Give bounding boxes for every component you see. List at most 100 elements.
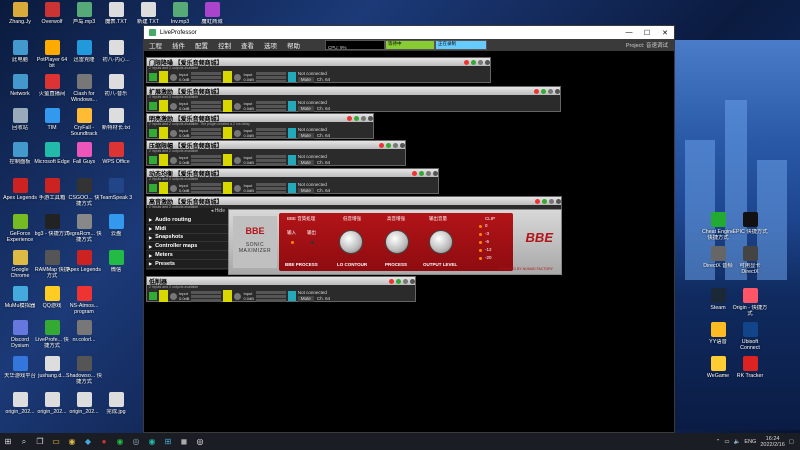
desktop-icon[interactable]: Google Chrome [4, 250, 36, 279]
desktop-icon[interactable]: 新建 TXT [132, 2, 164, 25]
desktop-icon[interactable]: NS-Atmos... program [68, 286, 100, 315]
menu-options[interactable]: 选项 [259, 40, 282, 50]
liveprofessor-taskbar-icon[interactable]: ◎ [192, 433, 208, 450]
desktop-icon[interactable]: 新特材长.txt [100, 108, 132, 131]
hide-button[interactable]: ◂ Hide [146, 208, 228, 216]
menu-help[interactable]: 帮助 [282, 40, 305, 50]
desktop-icon[interactable]: CryFall - Soundtrack [68, 108, 100, 137]
power-toggle[interactable] [149, 184, 157, 192]
close-icon[interactable] [368, 115, 373, 121]
power-icon[interactable] [419, 170, 424, 176]
output-routing-bars[interactable] [255, 290, 286, 302]
routing-bars[interactable] [191, 290, 222, 302]
steam-icon[interactable]: ◎ [128, 433, 144, 450]
desktop-icon[interactable]: CSGOO... 快捷方式 [68, 178, 100, 207]
close-button[interactable]: ✕ [656, 29, 674, 37]
bypass-icon[interactable] [534, 88, 539, 94]
close-icon[interactable] [556, 198, 561, 204]
wechat-icon[interactable]: ◉ [112, 433, 128, 450]
language-indicator[interactable]: ENG [744, 439, 756, 445]
mute-button[interactable]: Mute [297, 77, 314, 83]
side-item-meters[interactable]: Meters [146, 251, 228, 260]
desktop-icon[interactable]: Apex Legends [67, 250, 101, 273]
desktop-icon[interactable]: WeGame [702, 356, 734, 379]
mute-button[interactable]: Mute [297, 106, 314, 112]
side-item-midi[interactable]: Midi [146, 225, 228, 234]
plugin-strip[interactable]: 明亮激励 【爱乐音频商城】 2 inputs and 2 outputs avai… [146, 113, 374, 139]
desktop-icon[interactable]: Steam [702, 288, 734, 311]
power-icon[interactable] [541, 88, 546, 94]
chrome-icon[interactable]: ◉ [64, 433, 80, 450]
output-gain-knob[interactable] [234, 292, 242, 300]
task-view-icon[interactable]: ❐ [32, 433, 48, 450]
desktop-icon[interactable]: WPS Office [100, 142, 132, 165]
gain-knob[interactable] [170, 292, 177, 300]
desktop-icon[interactable]: 迅雷克隆 [68, 40, 100, 63]
desktop-icon[interactable]: TegraRcm... 快捷方式 [66, 214, 102, 243]
bypass-icon[interactable] [412, 170, 417, 176]
output-routing-bars[interactable] [255, 71, 286, 83]
side-item-controller-maps[interactable]: Controller maps [146, 242, 228, 252]
output-level[interactable] [223, 154, 233, 166]
desktop-icon[interactable]: 魔虹商城 [196, 2, 228, 25]
power-toggle[interactable] [149, 73, 157, 81]
plugin-strip[interactable]: 门限降噪 【爱乐音频商城】 2 inputs and 2 outputs avai… [146, 57, 491, 83]
output-gain-knob[interactable] [234, 184, 242, 192]
desktop-icon[interactable]: RK Tracker [734, 356, 766, 379]
input-level[interactable] [159, 127, 168, 139]
plugin-strip-header[interactable]: 明亮激励 【爱乐音频商城】 [147, 114, 373, 123]
gain-knob[interactable] [170, 184, 177, 192]
app-icon[interactable]: ◆ [80, 433, 96, 450]
power-icon[interactable] [354, 115, 359, 121]
plugin-strip-header[interactable]: 扩展激励 【爱乐音频商城】 [147, 87, 560, 96]
input-level[interactable] [159, 182, 168, 194]
output-gain-knob[interactable] [234, 129, 242, 137]
desktop-icon[interactable]: GeForce Experience [4, 214, 36, 243]
side-item-audio-routing[interactable]: Audio routing [146, 216, 228, 225]
output-level-knob[interactable] [429, 230, 453, 254]
input-level[interactable] [159, 154, 168, 166]
desktop-icon[interactable]: EPIC 快捷方式 [732, 212, 768, 235]
desktop-icon[interactable]: TIM [36, 108, 68, 131]
plugin-strip-header[interactable]: 动态均衡 【爱乐音频商城】 [147, 169, 438, 178]
network-icon[interactable]: ▭ [724, 439, 729, 445]
close-icon[interactable] [485, 59, 490, 65]
plugin-strip[interactable]: 压缩限幅 【爱乐音频商城】 2 inputs and 2 outputs avai… [146, 140, 406, 166]
desktop-icon[interactable]: Origin - 快捷方式 [733, 288, 767, 317]
desktop-icon[interactable]: Microsoft Edge [34, 142, 70, 165]
input-level[interactable] [159, 100, 168, 112]
close-icon[interactable] [410, 278, 415, 284]
chevron-up-icon[interactable]: ⌃ [716, 439, 721, 445]
plugin-strip[interactable]: 动态均衡 【爱乐音频商城】 2 inputs and 2 outputs avai… [146, 168, 439, 194]
output-gain-knob[interactable] [234, 102, 242, 110]
routing-bars[interactable] [191, 182, 222, 194]
desktop-icon[interactable]: 初八-音乐 [100, 74, 132, 97]
bypass-icon[interactable] [464, 59, 469, 65]
notification-icon[interactable]: ▢ [789, 439, 794, 445]
routing-bars[interactable] [191, 71, 222, 83]
settings-icon[interactable] [403, 278, 408, 284]
output-level[interactable] [223, 127, 233, 139]
plugin-strip-header[interactable]: 压缩限幅 【爱乐音频商城】 [147, 141, 405, 150]
mute-button[interactable]: Mute [297, 133, 314, 139]
close-icon[interactable] [555, 88, 560, 94]
search-icon[interactable]: ⌕ [16, 433, 32, 450]
desktop-icon[interactable]: Network [4, 74, 36, 97]
lo-contour-knob[interactable] [339, 230, 363, 254]
gain-knob[interactable] [170, 102, 177, 110]
desktop-icon[interactable]: RAMMap 快捷方式 [35, 250, 69, 279]
output-routing-bars[interactable] [255, 154, 286, 166]
power-toggle[interactable] [149, 129, 157, 137]
edge-icon[interactable]: ◉ [144, 433, 160, 450]
desktop-icon[interactable]: QQ游戏 [36, 286, 68, 309]
close-icon[interactable] [400, 142, 405, 148]
desktop-icon[interactable]: DirectX 音频 [702, 246, 734, 269]
desktop-icon[interactable]: Apex Legends [3, 178, 37, 201]
desktop-icon[interactable]: 回收站 [4, 108, 36, 131]
bypass-icon[interactable] [347, 115, 352, 121]
settings-icon[interactable] [478, 59, 483, 65]
desktop-icon[interactable]: origin_202... [4, 392, 36, 415]
menu-config[interactable]: 配置 [190, 40, 213, 50]
explorer-icon[interactable]: ▭ [48, 433, 64, 450]
desktop-icon[interactable]: MuMu模拟器 [4, 286, 36, 309]
